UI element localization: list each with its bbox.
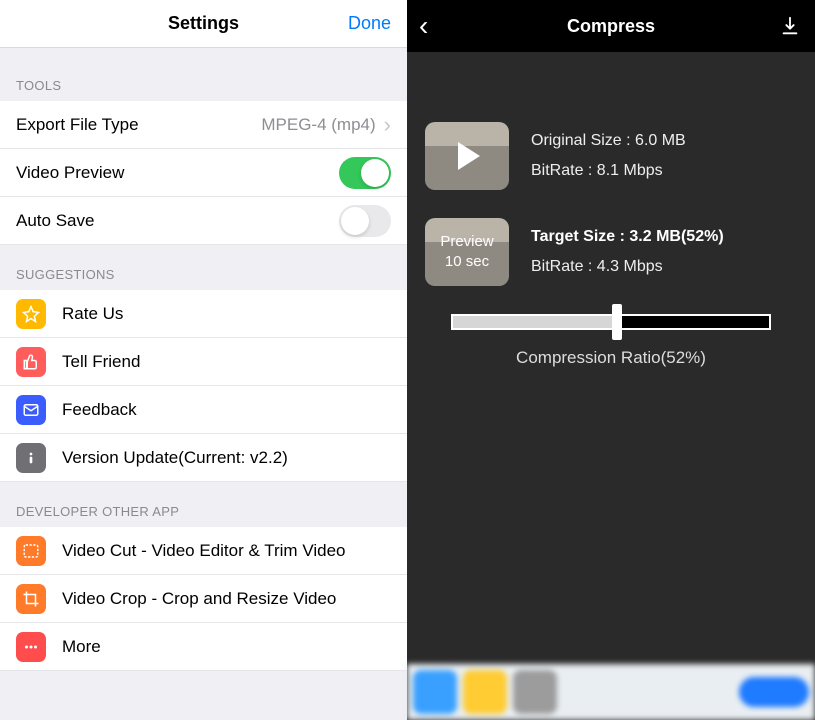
compress-panel: ‹ Compress Original Size : 6.0 MB BitRat… [407, 0, 815, 720]
download-icon [779, 15, 801, 37]
ad-app-icon [463, 670, 507, 714]
settings-title: Settings [168, 13, 239, 34]
compression-slider-wrap: Compression Ratio(52%) [425, 314, 797, 368]
section-header-developer: DEVELOPER OTHER APP [0, 482, 407, 527]
compression-slider-fill [453, 316, 617, 328]
settings-panel: Settings Done TOOLS Export File Type MPE… [0, 0, 407, 720]
export-file-type-label: Export File Type [16, 115, 261, 135]
original-size: Original Size : 6.0 MB [531, 126, 686, 156]
preview-line1: Preview [440, 233, 493, 250]
compress-title: Compress [567, 16, 655, 37]
rate-us-row[interactable]: Rate Us [0, 290, 407, 338]
video-crop-icon [16, 584, 46, 614]
star-icon [16, 299, 46, 329]
feedback-row[interactable]: Feedback [0, 386, 407, 434]
compress-header: ‹ Compress [407, 0, 815, 52]
ad-app-icon [413, 670, 457, 714]
video-preview-row: Video Preview [0, 149, 407, 197]
target-size: Target Size : 3.2 MB(52%) [531, 222, 724, 252]
ad-cta-button[interactable] [739, 677, 809, 707]
target-bitrate: BitRate : 4.3 Mbps [531, 252, 724, 282]
export-file-type-value: MPEG-4 (mp4) [261, 115, 375, 135]
info-icon [16, 443, 46, 473]
tell-friend-row[interactable]: Tell Friend [0, 338, 407, 386]
original-info-text: Original Size : 6.0 MB BitRate : 8.1 Mbp… [531, 126, 686, 187]
export-file-type-row[interactable]: Export File Type MPEG-4 (mp4) › [0, 101, 407, 149]
rate-us-label: Rate Us [62, 304, 391, 324]
feedback-label: Feedback [62, 400, 391, 420]
more-row[interactable]: More [0, 623, 407, 671]
original-thumbnail[interactable] [425, 122, 509, 190]
video-cut-icon [16, 536, 46, 566]
play-icon [458, 142, 480, 170]
compression-slider[interactable] [451, 314, 771, 330]
settings-header: Settings Done [0, 0, 407, 48]
tell-friend-label: Tell Friend [62, 352, 391, 372]
original-info-row: Original Size : 6.0 MB BitRate : 8.1 Mbp… [425, 122, 797, 190]
video-cut-row[interactable]: Video Cut - Video Editor & Trim Video [0, 527, 407, 575]
section-header-suggestions: SUGGESTIONS [0, 245, 407, 290]
ad-banner[interactable] [407, 664, 815, 720]
compression-slider-thumb[interactable] [612, 304, 622, 340]
video-preview-label: Video Preview [16, 163, 339, 183]
compress-body: Original Size : 6.0 MB BitRate : 8.1 Mbp… [407, 52, 815, 368]
auto-save-label: Auto Save [16, 211, 339, 231]
more-label: More [62, 637, 391, 657]
video-cut-label: Video Cut - Video Editor & Trim Video [62, 541, 391, 561]
auto-save-toggle[interactable] [339, 205, 391, 237]
preview-thumbnail[interactable]: Preview 10 sec [425, 218, 509, 286]
compression-slider-label: Compression Ratio(52%) [425, 348, 797, 368]
target-info-row: Preview 10 sec Target Size : 3.2 MB(52%)… [425, 218, 797, 286]
version-update-label: Version Update(Current: v2.2) [62, 448, 391, 468]
original-bitrate: BitRate : 8.1 Mbps [531, 156, 686, 186]
preview-thumbnail-text: Preview 10 sec [440, 232, 493, 273]
auto-save-row: Auto Save [0, 197, 407, 245]
done-button[interactable]: Done [348, 13, 391, 34]
more-icon [16, 632, 46, 662]
thumbs-up-icon [16, 347, 46, 377]
back-button[interactable]: ‹ [419, 12, 428, 40]
version-update-row[interactable]: Version Update(Current: v2.2) [0, 434, 407, 482]
download-button[interactable] [779, 15, 801, 37]
target-info-text: Target Size : 3.2 MB(52%) BitRate : 4.3 … [531, 222, 724, 283]
video-crop-row[interactable]: Video Crop - Crop and Resize Video [0, 575, 407, 623]
section-header-tools: TOOLS [0, 48, 407, 101]
video-preview-toggle[interactable] [339, 157, 391, 189]
chevron-right-icon: › [384, 114, 391, 136]
preview-line2: 10 sec [445, 253, 489, 270]
mail-icon [16, 395, 46, 425]
video-crop-label: Video Crop - Crop and Resize Video [62, 589, 391, 609]
ad-app-icon [513, 670, 557, 714]
